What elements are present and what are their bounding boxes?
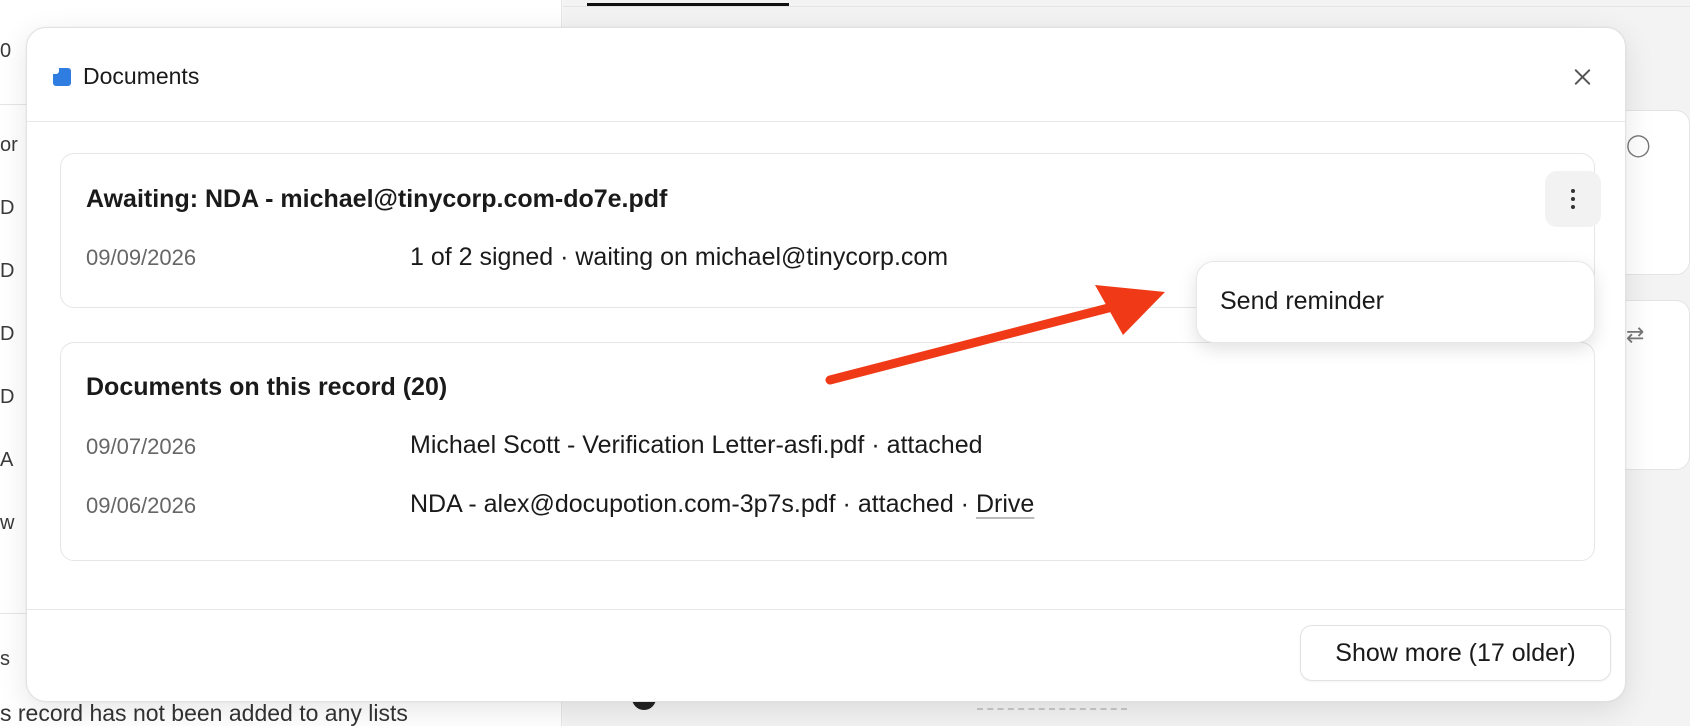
divider [563, 6, 1690, 7]
bg-lists-empty-text: s record has not been added to any lists [0, 700, 408, 726]
drive-link[interactable]: Drive [976, 490, 1034, 518]
bg-text-fragment: w [0, 512, 15, 534]
document-name: NDA - alex@docupotion.com-3p7s.pdf · att… [410, 490, 976, 518]
bg-text-fragment: D [0, 260, 15, 282]
document-name-row: NDA - alex@docupotion.com-3p7s.pdf · att… [410, 490, 1034, 519]
bg-text-fragment: D [0, 323, 15, 345]
dollar-circle-icon: ◯ [1626, 132, 1651, 157]
send-reminder-menu-item[interactable]: Send reminder [1220, 287, 1384, 316]
bg-text-fragment: or [0, 134, 18, 156]
bg-text-fragment: D [0, 386, 15, 408]
transfer-icon: ⇄ [1626, 322, 1645, 347]
document-date: 09/07/2026 [86, 434, 197, 459]
bg-text-fragment: s [0, 648, 10, 670]
documents-section: Documents on this record (20) 09/07/2026… [60, 342, 1595, 561]
close-icon[interactable] [1567, 62, 1597, 92]
more-options-button[interactable] [1545, 171, 1601, 227]
modal-title: Documents [83, 63, 200, 89]
kebab-dot [1571, 205, 1575, 209]
documents-modal: Documents Awaiting: NDA - michael@tinyco… [26, 27, 1626, 702]
active-tab-indicator [587, 3, 789, 6]
document-date: 09/06/2026 [86, 493, 197, 518]
document-name: Michael Scott - Verification Letter-asfi… [410, 431, 983, 459]
documents-title: Documents on this record (20) [86, 373, 448, 401]
bg-dashed-placeholder [977, 708, 1127, 710]
more-options-menu: Send reminder [1196, 261, 1595, 343]
kebab-dot [1571, 197, 1575, 201]
kebab-dot [1571, 189, 1575, 193]
bg-text-fragment: D [0, 197, 15, 219]
modal-footer-divider [27, 609, 1625, 610]
awaiting-title: Awaiting: NDA - michael@tinycorp.com-do7… [86, 185, 668, 213]
bg-text-fragment: 0 [0, 40, 12, 62]
modal-header: Documents [27, 28, 1625, 122]
show-more-button[interactable]: Show more (17 older) [1300, 625, 1611, 681]
document-icon [53, 68, 71, 86]
awaiting-status: 1 of 2 signed · waiting on michael@tinyc… [410, 243, 949, 271]
awaiting-date: 09/09/2026 [86, 245, 197, 270]
bg-text-fragment: A [0, 449, 14, 471]
